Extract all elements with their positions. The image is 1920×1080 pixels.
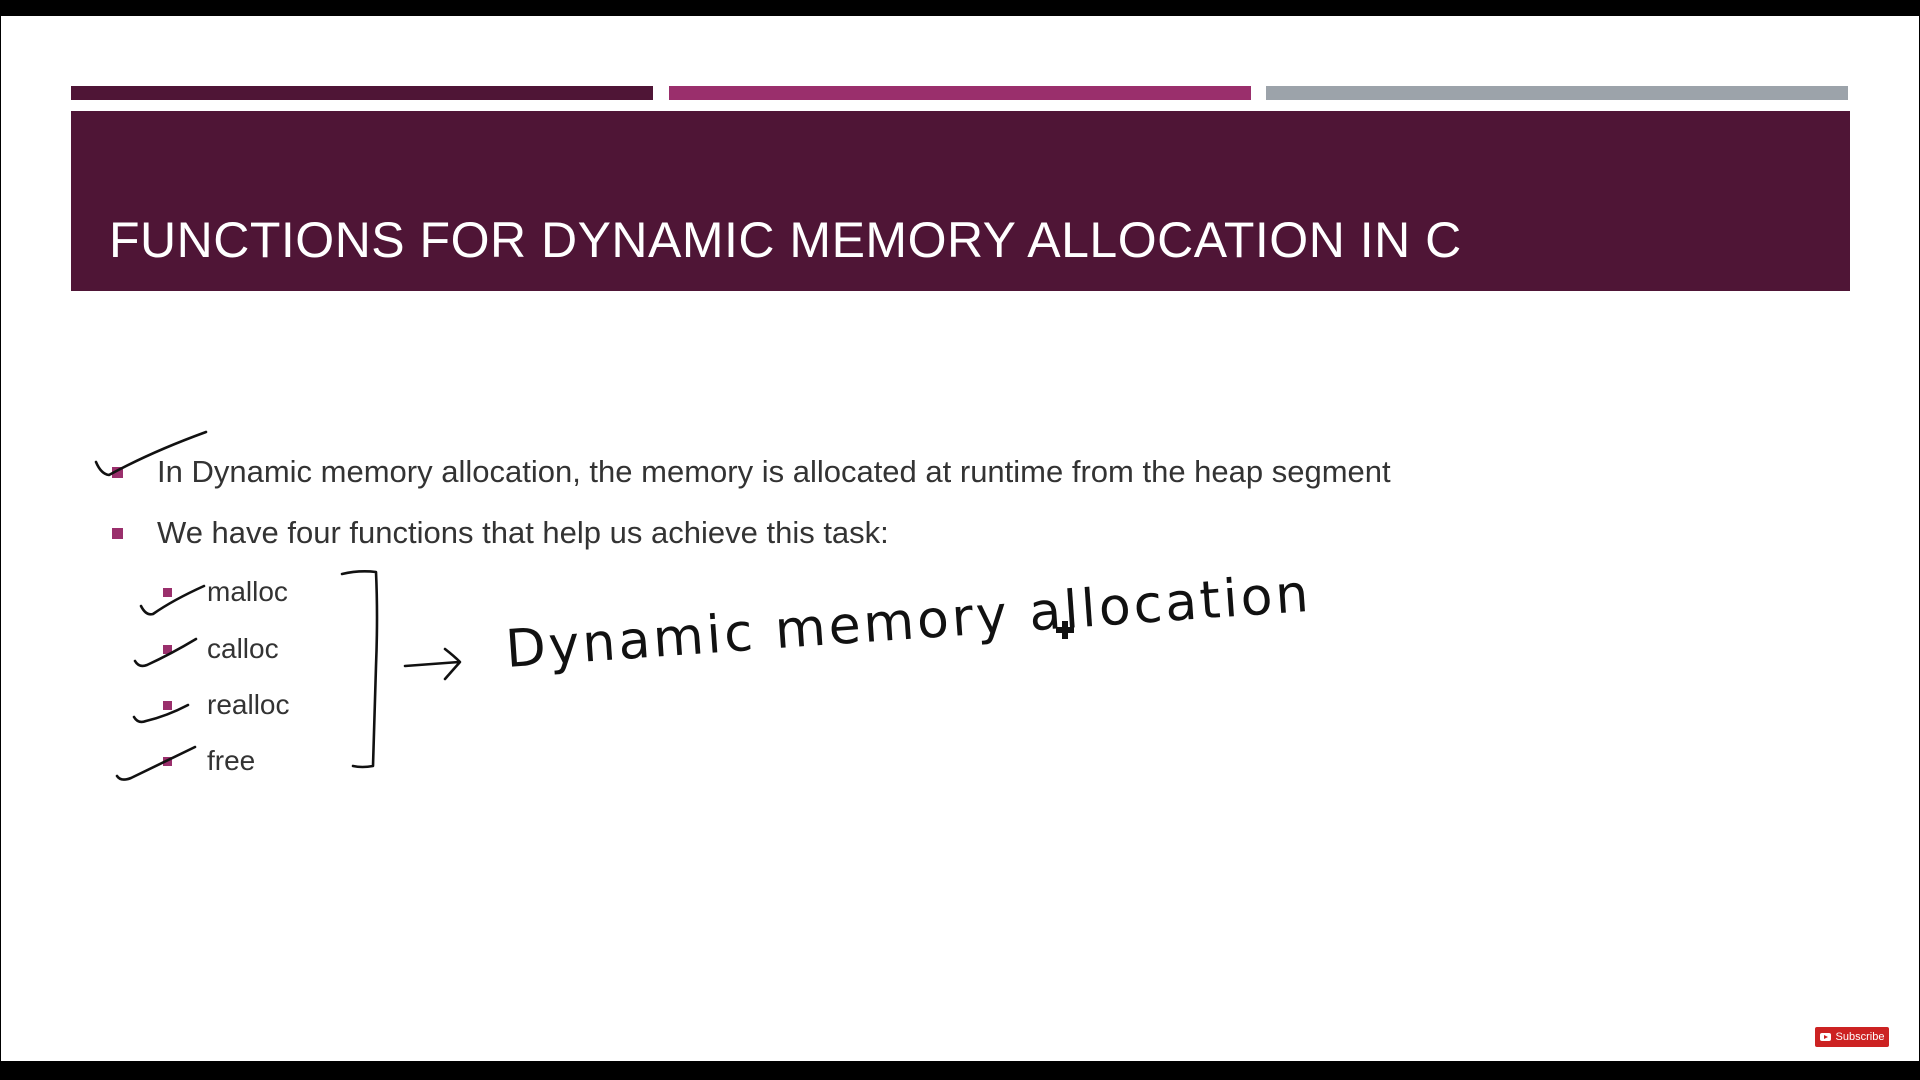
accent-bar-gray [1266,86,1848,100]
bullet-text: We have four functions that help us achi… [157,515,889,550]
pen-cursor-icon [1056,621,1074,639]
function-name: free [207,745,256,776]
bullet-text: In Dynamic memory allocation, the memory… [157,454,1391,489]
bullet-square-icon [163,644,172,654]
function-item-realloc: realloc [163,689,289,721]
bullet-square-icon [112,466,123,478]
bullet-square-icon [163,700,172,710]
slide-title: Functions for Dynamic Memory Allocation … [109,212,1462,268]
function-item-free: free [163,745,255,777]
accent-bar-magenta [669,86,1251,100]
subscribe-label: Subscribe [1835,1031,1885,1043]
bullet-item: We have four functions that help us achi… [112,515,889,551]
bullet-square-icon [163,756,172,766]
bracket-icon [340,570,379,769]
title-band: Functions for Dynamic Memory Allocation … [71,111,1850,291]
function-name: malloc [207,576,288,607]
bullet-square-icon [163,587,172,597]
arrow-icon [403,647,462,681]
bullet-item: In Dynamic memory allocation, the memory… [112,454,1391,490]
function-item-calloc: calloc [163,633,279,665]
function-item-malloc: malloc [163,576,288,608]
function-name: calloc [207,633,279,664]
subscribe-button[interactable]: Subscribe [1815,1027,1889,1047]
bullet-square-icon [112,527,123,539]
slide: Functions for Dynamic Memory Allocation … [1,16,1919,1061]
handwritten-annotation: Dynamic memory allocation [504,564,1314,680]
youtube-play-icon [1819,1033,1831,1041]
function-name: realloc [207,689,290,720]
accent-bar-dark [71,86,653,100]
